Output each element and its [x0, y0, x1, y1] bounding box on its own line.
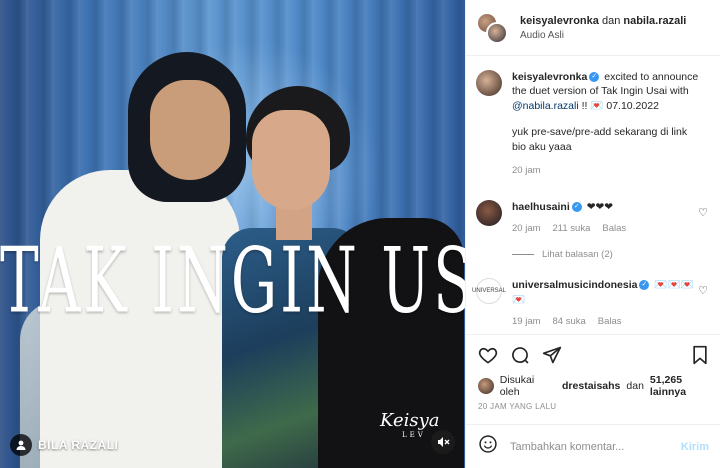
joiner-text: dan — [601, 14, 621, 27]
comment-likes[interactable]: 84 suka — [553, 315, 586, 328]
likes-count[interactable]: 51,265 lainnya — [650, 374, 720, 398]
comment-like-heart-icon[interactable]: ♡ — [698, 284, 708, 297]
song-title-art: TAK INGIN USAI — [0, 228, 465, 334]
comment-text: ❤❤❤ — [586, 200, 614, 213]
comment-input[interactable] — [510, 440, 670, 453]
likes-summary[interactable]: Disukai oleh drestaisahs dan 51,265 lain… — [478, 374, 720, 398]
avatar — [486, 21, 508, 44]
verified-icon: ✓ — [589, 72, 600, 83]
comment-item: haelhusaini ✓ ❤❤❤ 20 jam 211 suka Balas ♡ — [476, 199, 710, 236]
post-side-panel: keisyalevronka dan nabila.razali Audio A… — [465, 0, 720, 468]
comment-username[interactable]: universalmusicindonesia — [512, 279, 637, 291]
comment-item: UNIVERSAL universalmusicindonesia ✓ 💌💌💌💌 … — [472, 278, 710, 328]
avatar — [478, 378, 494, 394]
avatar-logo-text: UNIVERSAL — [472, 288, 507, 295]
post-timestamp[interactable]: 20 JAM YANG LALU — [478, 402, 556, 411]
tagged-user[interactable]: BILA RAZALI — [10, 434, 118, 456]
author-username[interactable]: keisyalevronka — [520, 15, 599, 27]
mute-button[interactable] — [431, 430, 455, 454]
verified-icon: ✓ — [571, 201, 582, 212]
comment-time: 20 jam — [512, 223, 541, 235]
avatar[interactable] — [476, 199, 502, 226]
keisya-signature: Keisya LEV — [380, 410, 440, 439]
reply-button[interactable]: Balas — [602, 222, 626, 235]
comment-likes[interactable]: 211 suka — [553, 222, 591, 235]
person-left-face — [150, 80, 230, 180]
avatar[interactable] — [476, 70, 502, 96]
verified-icon: ✓ — [639, 280, 650, 291]
likes-prefix: Disukai oleh — [499, 374, 535, 398]
share-send-icon[interactable] — [542, 345, 562, 365]
likes-user[interactable]: drestaisahs — [562, 380, 620, 392]
user-tag-label: BILA RAZALI — [38, 438, 119, 452]
instagram-post: TAK INGIN USAI Keisya LEV BILA RAZALI ke… — [0, 0, 720, 468]
collab-username[interactable]: nabila.razali — [623, 15, 686, 27]
caption-username[interactable]: keisyalevronka — [512, 71, 587, 83]
audio-link[interactable]: Audio Asli — [520, 30, 686, 41]
collab-names: keisyalevronka dan nabila.razali — [520, 15, 686, 27]
caption-time: 20 jam — [512, 165, 541, 177]
caption: keisyalevronka ✓ excited to announce the … — [476, 70, 710, 178]
reply-button[interactable]: Balas — [598, 315, 622, 328]
bookmark-icon[interactable] — [691, 345, 709, 365]
emoji-icon[interactable] — [478, 434, 498, 459]
view-replies[interactable]: Lihat balasan (2) — [512, 249, 710, 260]
collab-avatars[interactable] — [476, 11, 512, 44]
likes-joiner: dan — [626, 380, 644, 392]
action-bar — [466, 334, 720, 374]
avatar[interactable]: UNIVERSAL — [472, 278, 506, 305]
caption-text-end: !! 💌 07.10.2022 — [581, 99, 659, 112]
post-image[interactable]: TAK INGIN USAI Keisya LEV BILA RAZALI — [0, 0, 465, 468]
speaker-muted-icon — [438, 437, 450, 447]
comment-username[interactable]: haelhusaini — [512, 201, 570, 213]
mention-link[interactable]: @nabila.razali — [512, 100, 579, 112]
user-tag-icon — [10, 434, 32, 456]
post-header: keisyalevronka dan nabila.razali Audio A… — [466, 0, 720, 56]
caption-paragraph: yuk pre-save/pre-add sekarang di link bi… — [512, 126, 688, 153]
person-right-face — [252, 110, 330, 210]
comment-like-heart-icon[interactable]: ♡ — [698, 206, 708, 219]
comment-bubble-icon[interactable] — [510, 345, 530, 365]
like-heart-icon[interactable] — [478, 345, 498, 365]
comments-section: keisyalevronka ✓ excited to announce the … — [466, 56, 720, 332]
view-replies-label: Lihat balasan (2) — [542, 249, 613, 261]
send-comment-button[interactable]: Kirim — [681, 441, 709, 453]
divider — [512, 254, 534, 256]
comment-time: 19 jam — [512, 316, 541, 328]
signature-text: Keisya — [380, 410, 440, 431]
add-comment-bar: Kirim — [466, 424, 720, 468]
